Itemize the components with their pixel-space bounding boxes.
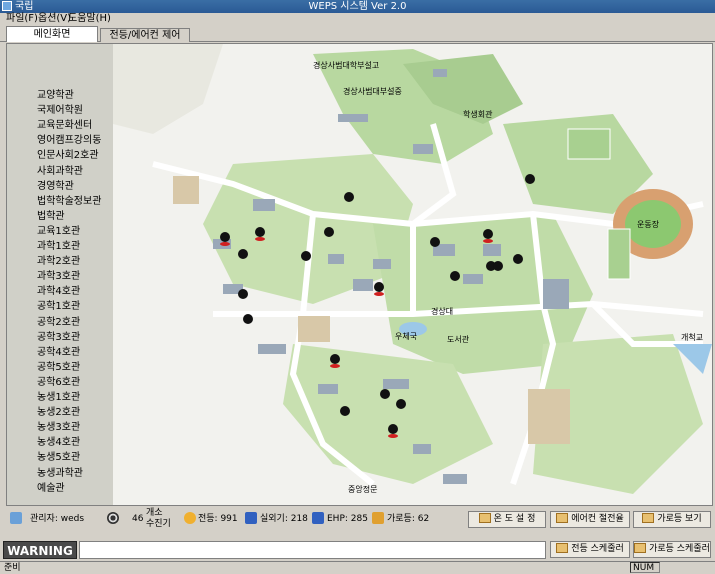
menu-help[interactable]: 도움말(H) bbox=[68, 13, 111, 25]
map-label-library: 도서관 bbox=[447, 335, 470, 344]
count-value: 46 bbox=[132, 514, 144, 524]
streetlight-scheduler-icon bbox=[634, 543, 647, 553]
outdoor-count: 실외기: 218 bbox=[260, 514, 308, 524]
menu-file[interactable]: 파일(F) bbox=[6, 13, 38, 25]
map-label-center: 경상대 bbox=[431, 307, 454, 316]
building-item[interactable]: 영어캠프강의동 bbox=[37, 135, 101, 147]
light-scheduler-button[interactable]: 전등 스케줄러 bbox=[550, 541, 630, 558]
building-item[interactable]: 법학학술정보관 bbox=[37, 196, 101, 208]
window-title: WEPS 시스템 Ver 2.0 bbox=[308, 1, 407, 12]
map-label-road: 학생회관 bbox=[463, 110, 493, 119]
building-item[interactable]: 과학3호관 bbox=[37, 271, 80, 283]
streetlight-count: 가로등: 62 bbox=[387, 514, 430, 524]
status-bar: 관리자: weds 46 개소 수진기 전등: 991 실외기: 218 EHP… bbox=[0, 507, 715, 537]
ehp-count: EHP: 285 bbox=[327, 514, 368, 524]
temperature-setting-label: 온 도 설 정 bbox=[493, 514, 536, 524]
num-indicator: NUM bbox=[630, 562, 660, 573]
ready-label: 준비 bbox=[4, 563, 21, 573]
admin-label: 관리자: weds bbox=[30, 514, 85, 524]
ac-icon bbox=[556, 513, 569, 523]
building-item[interactable]: 공학6호관 bbox=[37, 377, 80, 389]
map-label-pond: 우체국 bbox=[395, 332, 418, 341]
ehp-icon bbox=[312, 512, 324, 524]
streetlight-view-button[interactable]: 가로등 보기 bbox=[633, 511, 711, 528]
map-label-top: 경상사범대학부설고 bbox=[313, 61, 380, 70]
light-scheduler-label: 전등 스케줄러 bbox=[571, 544, 624, 554]
building-sidebar: 교양학관국제어학원교육문화센터영어캠프강의동인문사회2호관사회과학관경영학관법학… bbox=[7, 44, 113, 505]
building-item[interactable]: 과학1호관 bbox=[37, 241, 80, 253]
map-label-top2: 경상사범대부설중 bbox=[343, 87, 402, 96]
building-item[interactable]: 공학1호관 bbox=[37, 301, 80, 313]
tab-control[interactable]: 전등/에어컨 제어 bbox=[100, 28, 190, 42]
building-item[interactable]: 공학2호관 bbox=[37, 317, 80, 329]
building-item[interactable]: 경영학관 bbox=[37, 181, 74, 193]
menu-options[interactable]: 옵션(V) bbox=[38, 13, 71, 25]
building-item[interactable]: 교육문화센터 bbox=[37, 120, 92, 132]
building-item[interactable]: 과학2호관 bbox=[37, 256, 80, 268]
tab-bar: 메인화면 전등/에어컨 제어 bbox=[0, 26, 715, 42]
building-item[interactable]: 공학5호관 bbox=[37, 362, 80, 374]
building-item[interactable]: 법학관 bbox=[37, 211, 65, 223]
user-icon bbox=[10, 512, 22, 524]
warning-banner: WARNING bbox=[3, 541, 77, 559]
streetlight-scheduler-label: 가로등 스케줄러 bbox=[649, 544, 710, 554]
message-box bbox=[79, 541, 546, 559]
building-item[interactable]: 농생4호관 bbox=[37, 437, 80, 449]
building-item[interactable]: 국제어학원 bbox=[37, 105, 83, 117]
streetlight-icon bbox=[372, 512, 384, 524]
building-item[interactable]: 공학3호관 bbox=[37, 332, 80, 344]
map-label-front: 중앙정문 bbox=[348, 485, 378, 494]
title-bar: 국립 WEPS 시스템 Ver 2.0 bbox=[0, 0, 715, 13]
building-item[interactable]: 과학4호관 bbox=[37, 286, 80, 298]
building-item[interactable]: 농생과학관 bbox=[37, 468, 83, 480]
streetlight-scheduler-button[interactable]: 가로등 스케줄러 bbox=[633, 541, 711, 558]
outdoor-unit-icon bbox=[245, 512, 257, 524]
count-label2: 수진기 bbox=[146, 519, 171, 529]
menu-bar: 파일(F) 옵션(V) 도움말(H) bbox=[0, 13, 715, 25]
ac-saving-button[interactable]: 에어컨 절전율 bbox=[550, 511, 630, 528]
antenna-icon bbox=[107, 512, 119, 524]
thermometer-icon bbox=[478, 513, 491, 523]
map-label-east: 개척교 bbox=[681, 333, 704, 342]
main-panel: 교양학관국제어학원교육문화센터영어캠프강의동인문사회2호관사회과학관경영학관법학… bbox=[6, 43, 713, 506]
building-item[interactable]: 인문사회2호관 bbox=[37, 150, 99, 162]
building-item[interactable]: 교양학관 bbox=[37, 90, 74, 102]
building-item[interactable]: 농생3호관 bbox=[37, 422, 80, 434]
building-item[interactable]: 농생1호관 bbox=[37, 392, 80, 404]
streetlight-view-label: 가로등 보기 bbox=[657, 514, 702, 524]
ac-saving-label: 에어컨 절전율 bbox=[571, 514, 624, 524]
streetlight-view-icon bbox=[642, 513, 655, 523]
building-item[interactable]: 사회과학관 bbox=[37, 166, 83, 178]
lights-count: 전등: 991 bbox=[198, 514, 238, 524]
campus-map[interactable]: 경상사범대학부설고 경상사범대부설중 운동장 경상대 우체국 도서관 개척교 학… bbox=[113, 44, 712, 505]
map-label-gym: 운동장 bbox=[637, 220, 660, 229]
light-scheduler-icon bbox=[556, 543, 569, 553]
tab-main[interactable]: 메인화면 bbox=[6, 26, 98, 42]
bulb-icon bbox=[184, 512, 196, 524]
building-item[interactable]: 교육1호관 bbox=[37, 226, 80, 238]
bottom-status-bar: 준비 NUM bbox=[0, 561, 715, 573]
building-item[interactable]: 예술관 bbox=[37, 483, 65, 495]
building-item[interactable]: 농생5호관 bbox=[37, 452, 80, 464]
campus-map-drawing bbox=[113, 44, 712, 505]
building-item[interactable]: 공학4호관 bbox=[37, 347, 80, 359]
temperature-setting-button[interactable]: 온 도 설 정 bbox=[468, 511, 546, 528]
building-item[interactable]: 농생2호관 bbox=[37, 407, 80, 419]
